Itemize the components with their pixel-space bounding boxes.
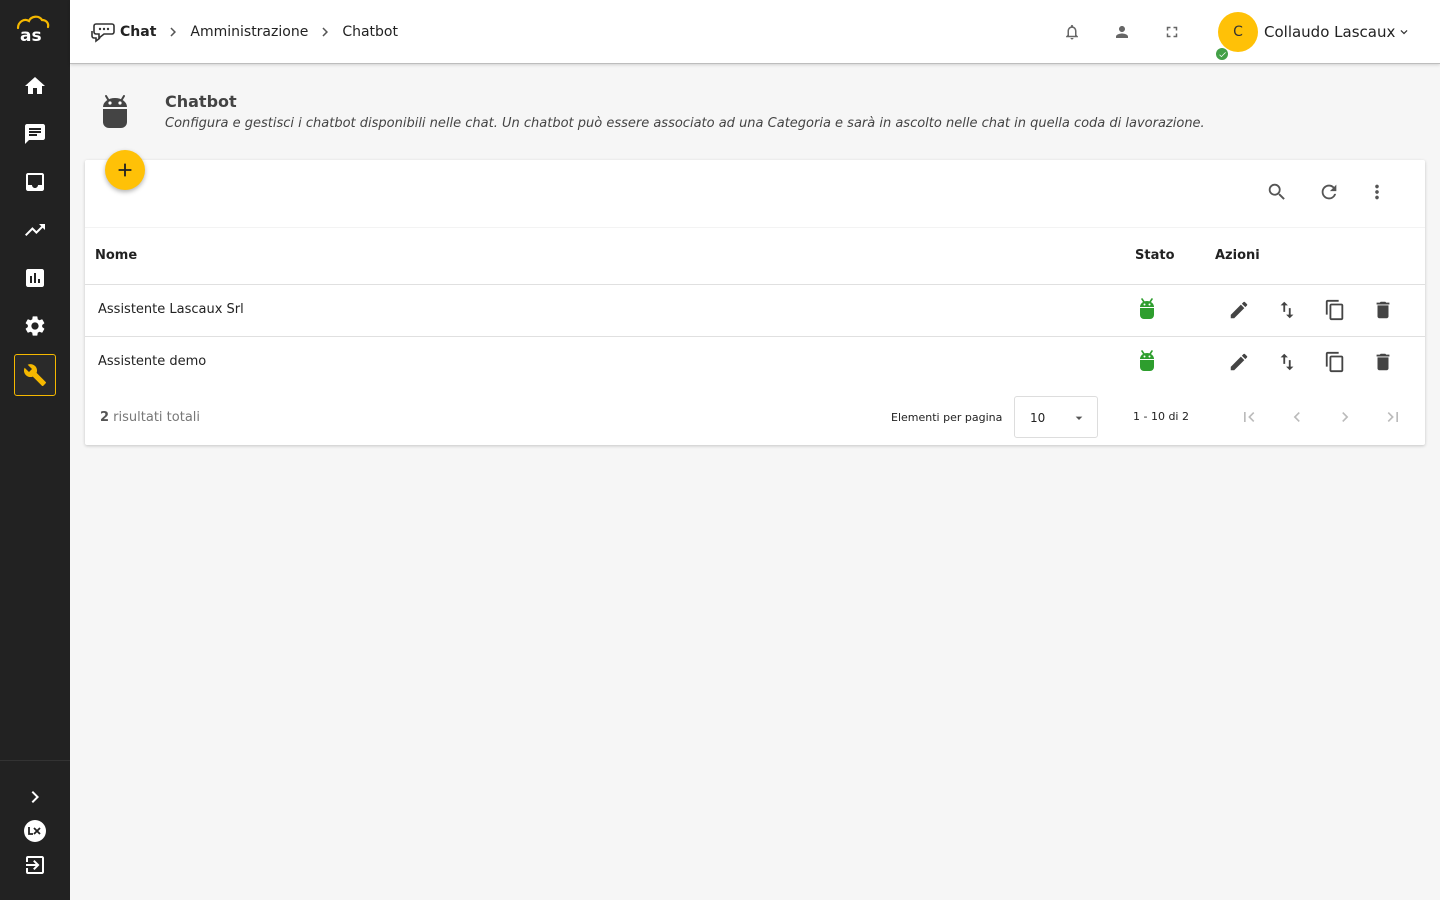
add-chatbot-button[interactable] [105,150,145,190]
pencil-icon [1230,301,1248,319]
sidebar-item-home[interactable] [14,65,56,107]
duplicate-button[interactable] [1322,349,1348,375]
chatbot-table-card: Nome Stato Azioni Assistente Lascaux Srl… [85,160,1425,445]
bell-icon [1066,24,1078,40]
refresh-icon [1321,184,1337,200]
items-per-page-label: Elementi per pagina [891,411,1003,424]
trending-up-icon [25,224,45,236]
items-per-page-select[interactable]: 10 [1014,396,1098,438]
table-row[interactable]: Assistente demo [85,336,1425,388]
copy-icon [1325,299,1344,321]
last-page-icon [1387,412,1398,422]
plus-icon [118,163,132,177]
chevron-right-icon [31,791,39,803]
user-menu[interactable]: C Collaudo Lascaux [1215,12,1411,61]
breadcrumb-item-admin[interactable]: Amministrazione [190,24,308,40]
notifications-button[interactable] [1060,20,1084,44]
online-status-badge [1215,47,1229,61]
chevron-right-icon [1342,412,1349,422]
sidebar: as [0,0,70,900]
android-robot-icon [103,95,127,128]
toolbar-divider [85,227,1425,228]
next-page-button[interactable] [1333,405,1357,429]
inbox-icon [26,173,44,191]
chat-bubbles-icon [91,23,115,43]
chevron-down-icon [1400,30,1408,35]
sidebar-logout-button[interactable] [14,844,56,886]
bar-chart-icon [26,269,44,287]
search-icon [1268,183,1285,200]
pencil-icon [1230,353,1248,371]
breadcrumb-item-chat[interactable]: Chat [120,24,156,40]
delete-button[interactable] [1370,297,1396,323]
column-header-status[interactable]: Stato [1135,248,1175,263]
gear-icon [25,316,45,336]
sidebar-divider [0,760,70,761]
page-title: Chatbot [165,92,237,111]
sidebar-item-inbox[interactable] [14,161,56,203]
total-results: 2 risultati totali [100,410,200,425]
chevron-left-icon [1293,412,1300,422]
sidebar-item-reports[interactable] [14,257,56,299]
status-active-robot-icon [1140,298,1154,319]
refresh-button[interactable] [1317,180,1341,204]
sidebar-item-admin[interactable] [14,354,56,396]
first-page-button[interactable] [1237,405,1261,429]
column-header-name[interactable]: Nome [95,248,137,263]
app-logo[interactable]: as [12,14,54,44]
breadcrumb-item-chatbot: Chatbot [342,24,398,40]
page-header: Chatbot Configura e gestisci i chatbot d… [100,88,1400,138]
swap-button[interactable] [1274,297,1300,323]
trash-icon [1376,301,1390,319]
sidebar-item-chat[interactable] [14,113,56,155]
page-range: 1 - 10 di 2 [1133,410,1189,423]
edit-button[interactable] [1226,297,1252,323]
user-name: Collaudo Lascaux [1264,23,1396,41]
check-icon [1218,51,1226,57]
copy-icon [1325,351,1344,373]
profile-button[interactable] [1110,20,1134,44]
logout-icon [26,856,44,874]
more-vert-icon [1375,184,1379,200]
first-page-icon [1244,412,1255,422]
duplicate-button[interactable] [1322,297,1348,323]
total-label: risultati totali [109,410,201,425]
previous-page-button[interactable] [1285,405,1309,429]
status-active-robot-icon [1140,350,1154,371]
top-bar: Chat Amministrazione Chatbot C Collaudo … [70,0,1440,64]
person-icon [1116,26,1128,38]
trash-icon [1376,353,1390,371]
table-row[interactable]: Assistente Lascaux Srl [85,284,1425,336]
fullscreen-button[interactable] [1160,20,1184,44]
search-button[interactable] [1265,180,1289,204]
page-description: Configura e gestisci i chatbot disponibi… [165,116,1205,131]
chevron-right-icon [322,27,329,37]
edit-button[interactable] [1226,349,1252,375]
chevron-right-icon [170,27,177,37]
arrow-drop-down-icon [1075,416,1083,420]
breadcrumb: Chat Amministrazione Chatbot [90,0,398,64]
total-count: 2 [100,410,110,425]
more-options-button[interactable] [1365,180,1389,204]
sidebar-item-settings[interactable] [14,305,56,347]
swap-vert-icon [1280,301,1294,319]
last-page-button[interactable] [1381,405,1405,429]
column-header-actions: Azioni [1215,248,1260,263]
items-per-page-value: 10 [1030,411,1046,425]
avatar: C [1215,12,1258,61]
swap-button[interactable] [1274,349,1300,375]
swap-vert-icon [1280,353,1294,371]
wrench-icon [23,364,46,386]
chat-icon [25,124,45,144]
fullscreen-icon [1166,26,1178,38]
lascaux-logo-icon [24,820,46,842]
sidebar-item-trends[interactable] [14,209,56,251]
chatbot-name: Assistente demo [98,354,207,369]
chatbot-name: Assistente Lascaux Srl [98,302,244,317]
avatar-initial: C [1233,24,1243,40]
logo-text: as [20,26,42,44]
home-icon [25,77,45,94]
delete-button[interactable] [1370,349,1396,375]
